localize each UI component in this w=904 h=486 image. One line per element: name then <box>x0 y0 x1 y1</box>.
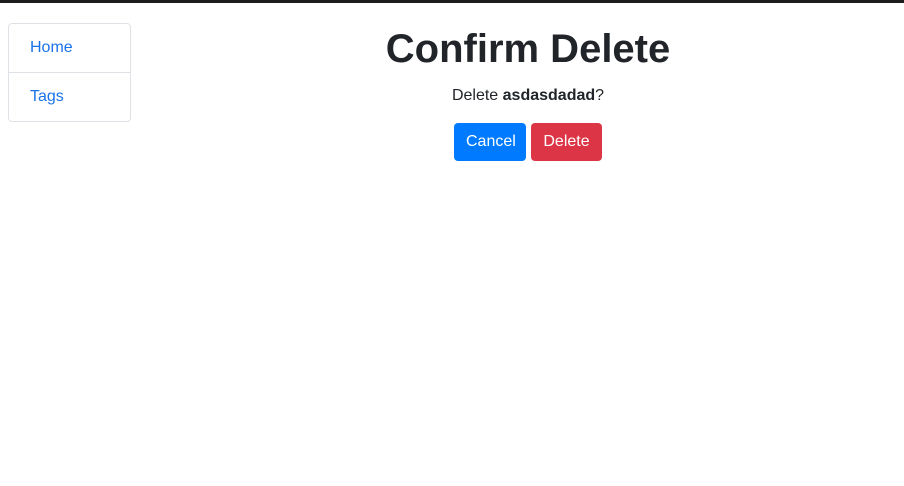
sidebar-nav: Home Tags <box>8 23 131 122</box>
confirm-message: Delete asdasdadad? <box>152 86 904 106</box>
sidebar-item-tags[interactable]: Tags <box>9 72 130 121</box>
page-title: Confirm Delete <box>385 27 671 71</box>
delete-button[interactable]: Delete <box>531 123 602 161</box>
confirm-prefix: Delete <box>451 87 503 104</box>
sidebar-item-home[interactable]: Home <box>9 24 130 72</box>
action-buttons: Cancel Delete <box>152 123 904 161</box>
item-name: asdasdadad <box>502 87 596 104</box>
main-content: Confirm Delete Delete asdasdadad? Cancel… <box>152 0 904 161</box>
confirm-suffix: ? <box>595 87 605 104</box>
cancel-button[interactable]: Cancel <box>454 123 526 161</box>
